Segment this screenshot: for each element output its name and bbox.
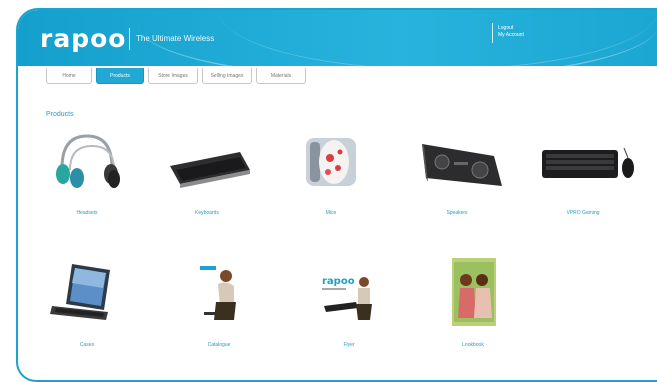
tab-products[interactable]: Products (96, 68, 144, 84)
product-tile-cases[interactable]: Cases (32, 258, 142, 348)
product-tile-vpro-gaming[interactable]: VPRO Gaming (528, 126, 638, 216)
tab-home[interactable]: Home (46, 68, 92, 84)
product-tile-headsets[interactable]: Headsets (32, 126, 142, 216)
tablet-case-icon (32, 258, 142, 328)
flyer-icon: rapoo (294, 258, 404, 328)
account-links: Logout My Account (498, 25, 524, 39)
product-label[interactable]: Keyboards (195, 210, 219, 216)
product-label[interactable]: Lookbook (462, 342, 484, 348)
app-frame: rapoo The Ultimate Wireless Logout My Ac… (16, 8, 657, 382)
tab-store-images[interactable]: Store Images (148, 68, 198, 84)
mouse-icon (276, 126, 386, 196)
product-label[interactable]: Speakers (446, 210, 467, 216)
product-label[interactable]: VPRO Gaming (566, 210, 599, 216)
catalogue-icon (164, 258, 274, 328)
speaker-icon (402, 126, 512, 196)
product-tile-catalogue[interactable]: Catalogue (164, 258, 274, 348)
product-tile-mice[interactable]: Mice (276, 126, 386, 216)
lookbook-icon (418, 258, 528, 328)
product-label[interactable]: Flyer (343, 342, 354, 348)
tab-materials[interactable]: Materials (256, 68, 306, 84)
scrollbar[interactable] (653, 66, 657, 380)
product-tile-keyboards[interactable]: Keyboards (152, 126, 262, 216)
tagline: The Ultimate Wireless (136, 34, 215, 43)
product-label[interactable]: Mice (326, 210, 337, 216)
my-account-link[interactable]: My Account (498, 32, 524, 39)
product-tile-speakers[interactable]: Speakers (402, 126, 512, 216)
site-header: rapoo The Ultimate Wireless Logout My Ac… (18, 10, 657, 66)
product-tile-lookbook[interactable]: Lookbook (418, 258, 528, 348)
tab-selling-images[interactable]: Selling Images (202, 68, 252, 84)
product-label[interactable]: Cases (80, 342, 94, 348)
product-label[interactable]: Catalogue (208, 342, 231, 348)
main-nav-tabs: Home Products Store Images Selling Image… (46, 68, 306, 85)
logo-divider (129, 28, 130, 50)
svg-text:rapoo: rapoo (322, 276, 355, 287)
product-label[interactable]: Headsets (76, 210, 97, 216)
gaming-keyboard-icon (528, 126, 638, 196)
product-tile-flyer[interactable]: rapoo Flyer (294, 258, 404, 348)
keyboard-icon (152, 126, 262, 196)
rapoo-logo[interactable]: rapoo (40, 24, 126, 53)
account-divider (492, 23, 493, 43)
section-title: Products (46, 111, 74, 118)
logout-link[interactable]: Logout (498, 25, 524, 32)
headset-icon (32, 126, 142, 196)
